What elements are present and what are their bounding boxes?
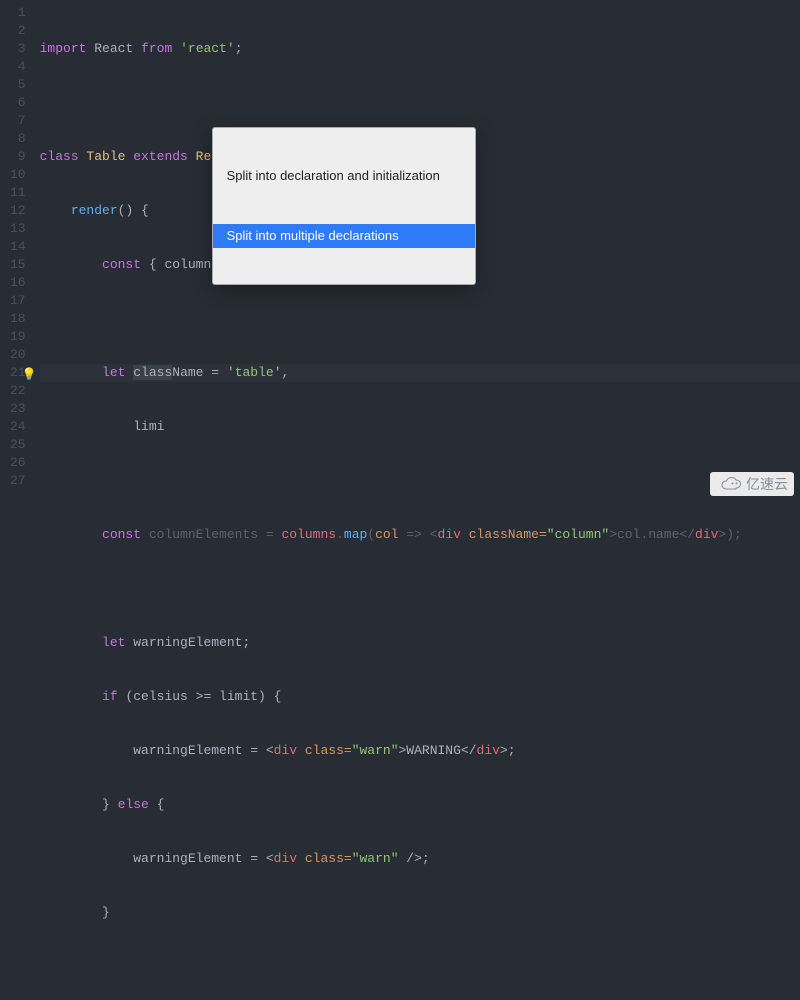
line-number: 1	[10, 4, 26, 22]
line-number: 11	[10, 184, 26, 202]
code-line: limi	[40, 418, 800, 436]
popup-item-split-multiple[interactable]: Split into multiple declarations	[213, 224, 475, 248]
code-line	[40, 580, 800, 598]
line-number: 14	[10, 238, 26, 256]
line-number: 2	[10, 22, 26, 40]
line-number: 9	[10, 148, 26, 166]
watermark-text: 亿速云	[746, 474, 788, 494]
code-line: import React from 'react';	[40, 40, 800, 58]
code-line: } else {	[40, 796, 800, 814]
line-gutter: 1234567891011121314151617181920212223242…	[0, 0, 40, 500]
code-area[interactable]: import React from 'react'; class Table e…	[40, 0, 800, 500]
line-number: 7	[10, 112, 26, 130]
line-number: 17	[10, 292, 26, 310]
code-line	[40, 472, 800, 490]
code-line: if (celsius >= limit) {	[40, 688, 800, 706]
popup-item-split-decl-init[interactable]: Split into declaration and initializatio…	[213, 164, 475, 188]
code-line	[40, 94, 800, 112]
line-number: 4	[10, 58, 26, 76]
line-number: 12	[10, 202, 26, 220]
code-line	[40, 310, 800, 328]
line-number: 13	[10, 220, 26, 238]
line-number: 15	[10, 256, 26, 274]
code-editor: 1234567891011121314151617181920212223242…	[0, 0, 800, 500]
line-number: 3	[10, 40, 26, 58]
watermark: 亿速云	[710, 472, 794, 496]
code-line: let warningElement;	[40, 634, 800, 652]
line-number: 6	[10, 94, 26, 112]
code-line: warningElement = <div class="warn">WARNI…	[40, 742, 800, 760]
line-number: 27	[10, 472, 26, 490]
code-line: }	[40, 904, 800, 922]
line-number: 23	[10, 400, 26, 418]
intention-popup: Split into declaration and initializatio…	[212, 127, 476, 285]
line-number: 16	[10, 274, 26, 292]
code-line-active: 💡 let className = 'table',	[40, 364, 800, 382]
cloud-icon	[716, 477, 742, 491]
line-number: 25	[10, 436, 26, 454]
code-line: warningElement = <div class="warn" />;	[40, 850, 800, 868]
line-number: 10	[10, 166, 26, 184]
line-number: 20	[10, 346, 26, 364]
code-line: const columnElements = columns.map(col =…	[40, 526, 800, 544]
line-number: 8	[10, 130, 26, 148]
line-number: 24	[10, 418, 26, 436]
line-number: 22	[10, 382, 26, 400]
line-number: 18	[10, 310, 26, 328]
lightbulb-icon[interactable]: 💡	[22, 366, 37, 384]
line-number: 5	[10, 76, 26, 94]
line-number: 26	[10, 454, 26, 472]
line-number: 19	[10, 328, 26, 346]
code-line	[40, 958, 800, 976]
